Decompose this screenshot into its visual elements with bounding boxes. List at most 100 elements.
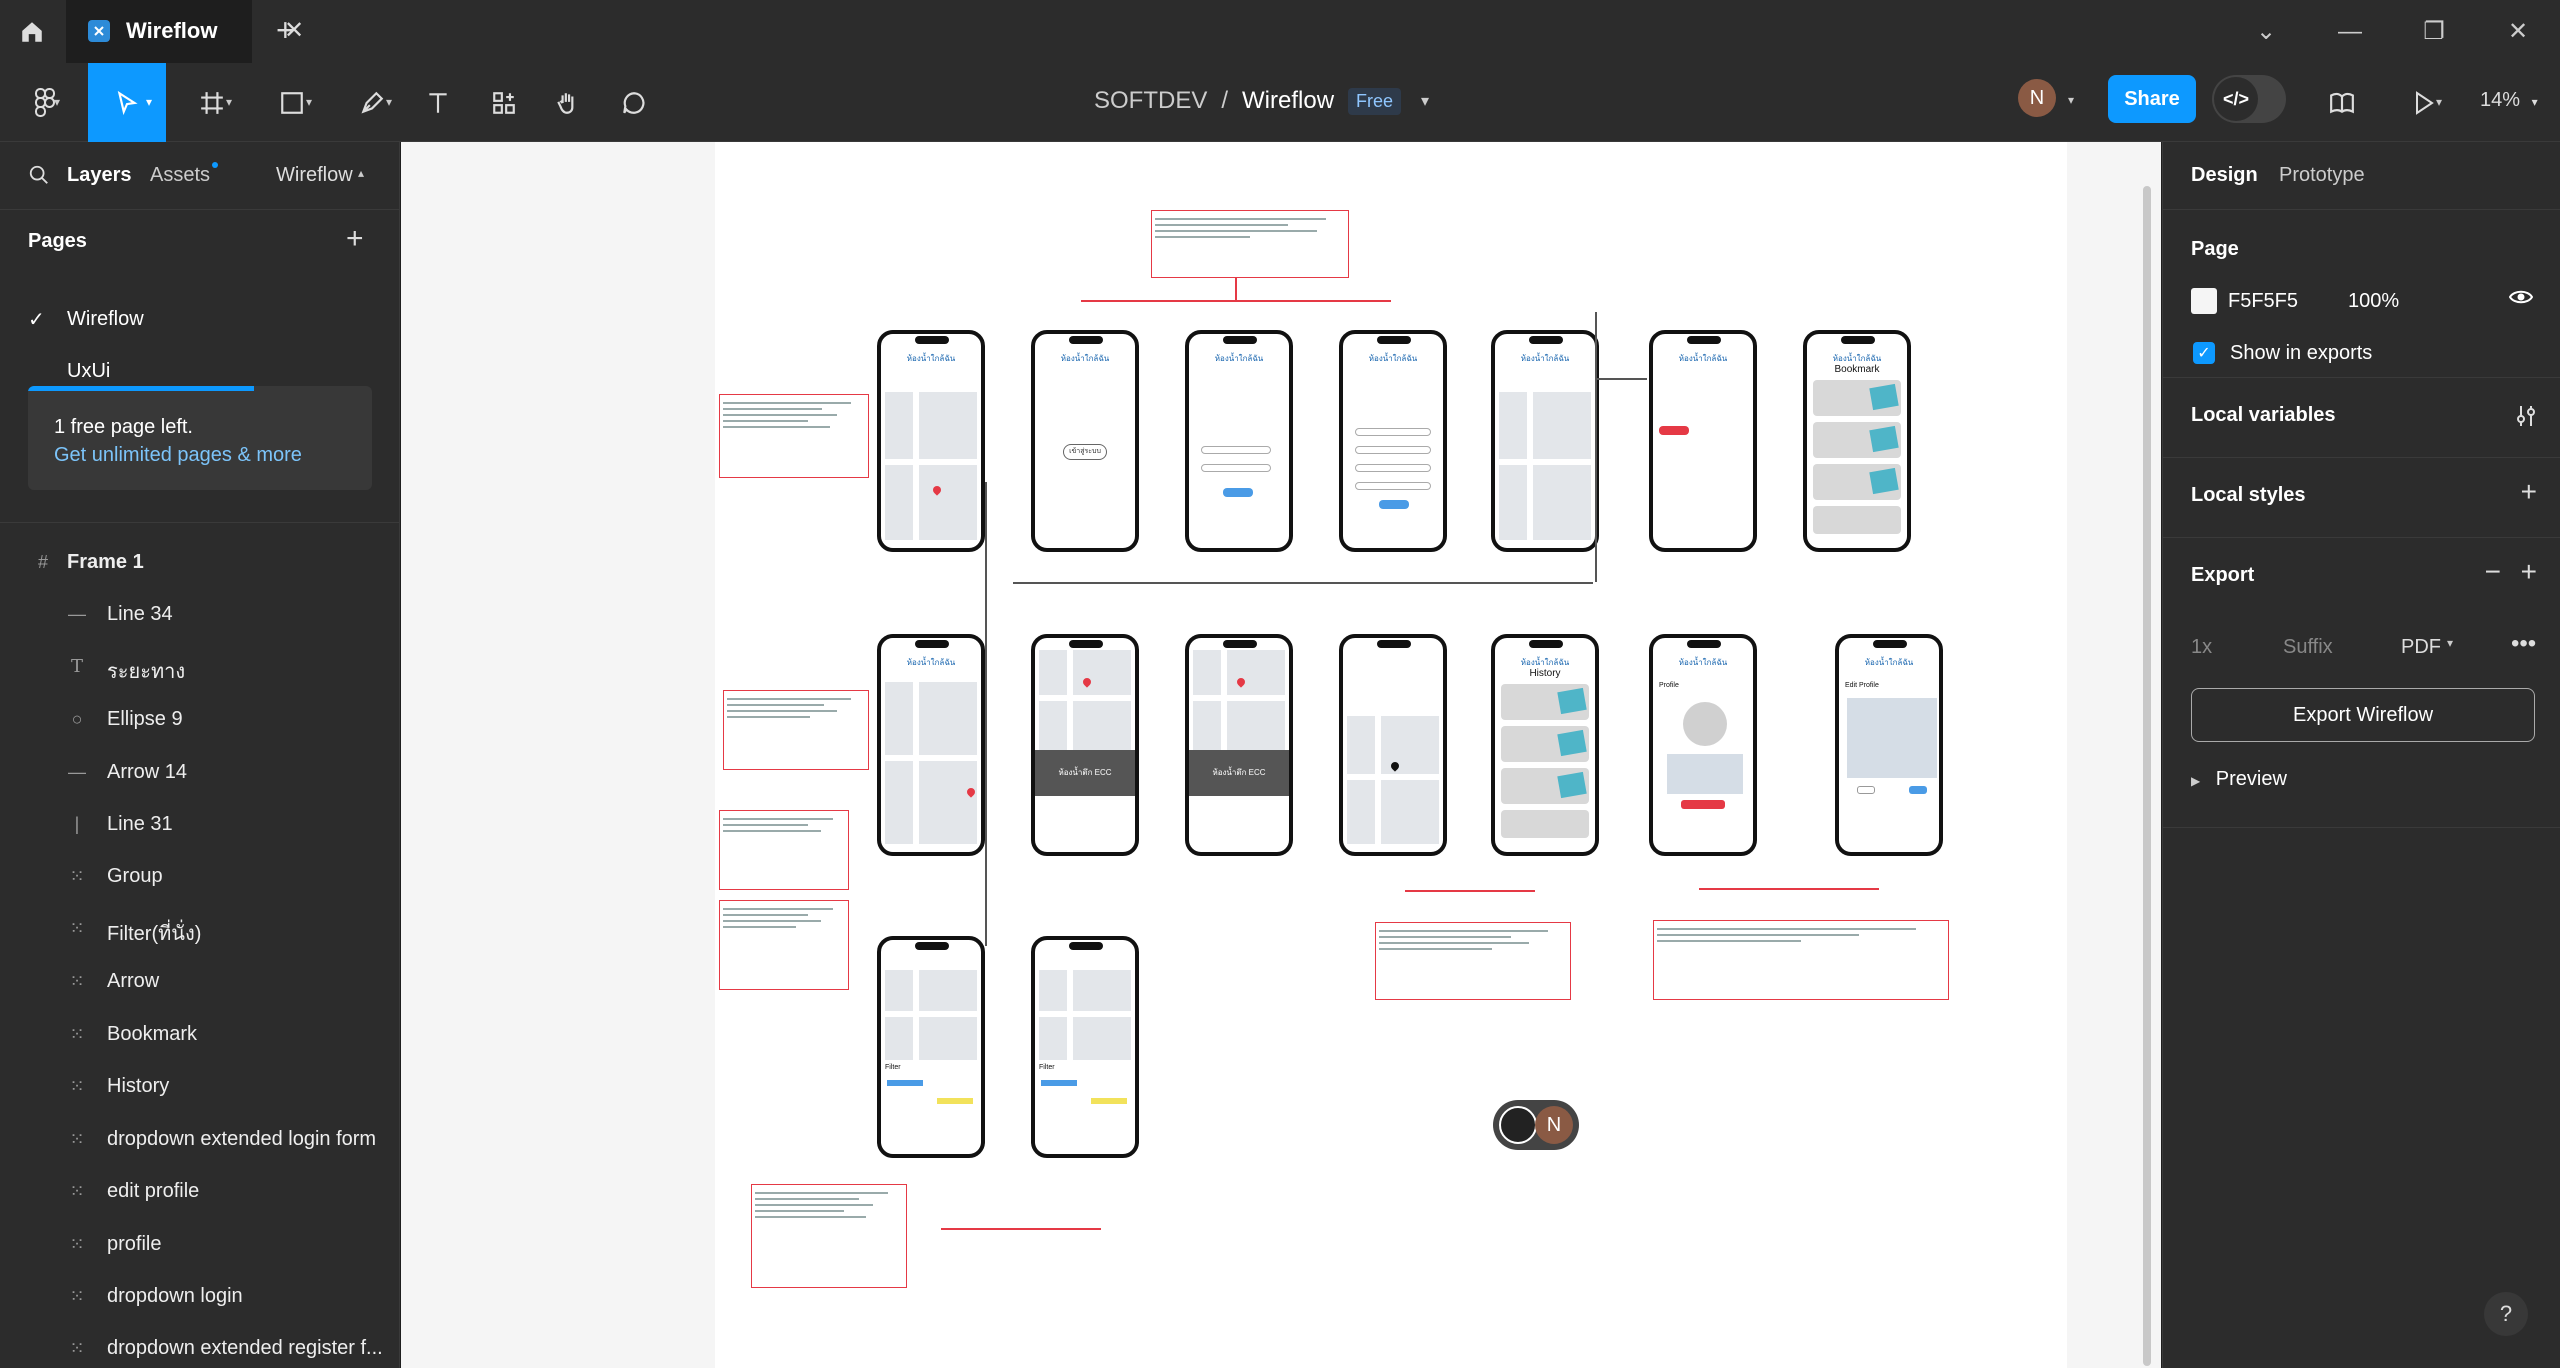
layer-item[interactable]: ⁙ edit profile — [0, 1165, 400, 1217]
layer-item[interactable]: ⁙ profile — [0, 1218, 400, 1270]
layer-item[interactable]: ⁙ Bookmark — [0, 1008, 400, 1060]
history-card[interactable] — [1501, 726, 1589, 762]
phone-map-home[interactable]: ห้องน้ำใกล้ฉัน — [877, 330, 985, 552]
library-button[interactable] — [2322, 63, 2362, 142]
input-field[interactable] — [1355, 464, 1431, 472]
project-name[interactable]: SOFTDEV — [1094, 87, 1207, 115]
input-field[interactable] — [1355, 428, 1431, 436]
requirement-note[interactable] — [1375, 922, 1571, 1000]
logout-button[interactable] — [1659, 426, 1689, 435]
tab-layers[interactable]: Layers — [67, 164, 132, 187]
login-button[interactable]: เข้าสู่ระบบ — [1063, 444, 1107, 460]
layer-item[interactable]: | Line 31 — [0, 798, 400, 850]
export-format[interactable]: PDF — [2401, 636, 2441, 659]
layer-item[interactable]: ⁙ dropdown login — [0, 1270, 400, 1322]
present-button[interactable]: ▾ — [2394, 63, 2454, 142]
export-scale[interactable]: 1x — [2191, 636, 2212, 658]
input-field[interactable] — [1201, 446, 1271, 454]
avatar[interactable]: N — [2018, 79, 2056, 117]
move-tool[interactable]: ▾ — [88, 63, 166, 142]
chevron-down-icon[interactable]: ▾ — [2068, 93, 2074, 107]
layer-item[interactable]: T ระยะทาง — [0, 640, 400, 692]
history-card[interactable] — [1501, 684, 1589, 720]
layer-frame[interactable]: # Frame 1 — [0, 536, 400, 588]
phone-filter-2[interactable]: Filter — [1031, 936, 1139, 1158]
comment-tool[interactable] — [614, 63, 654, 142]
variables-icon[interactable] — [2515, 404, 2537, 428]
restore-icon[interactable]: ❐ — [2392, 0, 2476, 63]
requirement-note[interactable] — [723, 690, 869, 770]
layer-item[interactable]: ⁙ History — [0, 1060, 400, 1112]
vertical-scrollbar[interactable] — [2143, 186, 2151, 1366]
filter-chip[interactable] — [1041, 1080, 1077, 1086]
main-menu-button[interactable]: ▾ — [16, 63, 74, 142]
layer-item[interactable]: ⁙ Filter(ที่นั่ง) — [0, 902, 400, 954]
edit-form[interactable] — [1847, 698, 1937, 778]
text-tool[interactable] — [418, 63, 458, 142]
more-options-icon[interactable]: ••• — [2511, 630, 2536, 658]
file-tab[interactable]: Wireflow ✕ — [66, 0, 304, 63]
phone-dropdown-logout[interactable]: ห้องน้ำใกล้ฉัน — [1649, 330, 1757, 552]
preview-toggle[interactable]: ▶ Preview — [2191, 768, 2287, 791]
shape-tool[interactable]: ▾ — [262, 63, 322, 142]
page-opacity-value[interactable]: 100% — [2348, 290, 2399, 313]
layer-item[interactable]: ⁙ Arrow — [0, 955, 400, 1007]
minimize-icon[interactable]: — — [2308, 0, 2392, 63]
canvas[interactable]: ห้องน้ำใกล้ฉัน ห้องน้ำใกล้ฉัน เข้าสู่ระบ… — [401, 142, 2161, 1368]
suffix-input[interactable]: Suffix — [2283, 636, 2333, 659]
filter-chip[interactable] — [1091, 1098, 1127, 1104]
input-field[interactable] — [1355, 446, 1431, 454]
phone-profile[interactable]: ห้องน้ำใกล้ฉัน Profile — [1649, 634, 1757, 856]
zoom-control[interactable]: 14% ▾ — [2480, 89, 2538, 112]
chevron-up-icon[interactable]: ▴ — [358, 166, 364, 180]
close-window-icon[interactable]: ✕ — [2476, 0, 2560, 63]
add-style-button[interactable]: + — [2521, 476, 2537, 508]
remove-export-button[interactable]: − — [2485, 556, 2501, 588]
input-field[interactable] — [1355, 482, 1431, 490]
share-button[interactable]: Share — [2108, 75, 2196, 123]
color-swatch[interactable] — [2191, 288, 2217, 314]
phone-navigation[interactable] — [1339, 634, 1447, 856]
history-card[interactable] — [1501, 810, 1589, 838]
requirement-note[interactable] — [719, 394, 869, 478]
upgrade-link[interactable]: Get unlimited pages & more — [54, 444, 302, 467]
phone-filter[interactable]: Filter — [877, 936, 985, 1158]
phone-edit-profile[interactable]: ห้องน้ำใกล้ฉัน Edit Profile — [1835, 634, 1943, 856]
dev-mode-toggle[interactable]: </> — [2212, 75, 2286, 123]
layer-item[interactable]: ⁙ dropdown extended register f... — [0, 1322, 400, 1368]
layer-item[interactable]: — Line 34 — [0, 588, 400, 640]
new-tab-button[interactable]: + — [276, 12, 295, 49]
add-export-button[interactable]: + — [2521, 556, 2537, 588]
chevron-down-icon[interactable]: ▾ — [2447, 636, 2453, 650]
phone-ecc-detail[interactable]: ห้องน้ำตึก ECC — [1031, 634, 1139, 856]
phone-map-search[interactable]: ห้องน้ำใกล้ฉัน — [877, 634, 985, 856]
phone-register-form[interactable]: ห้องน้ำใกล้ฉัน — [1339, 330, 1447, 552]
bookmark-card[interactable] — [1813, 464, 1901, 500]
layer-item[interactable]: — Arrow 14 — [0, 746, 400, 798]
phone-history[interactable]: ห้องน้ำใกล้ฉัน History — [1491, 634, 1599, 856]
page-switcher[interactable]: Wireflow — [276, 164, 353, 187]
resources-tool[interactable] — [484, 63, 524, 142]
layer-item[interactable]: ⁙ dropdown extended login form — [0, 1113, 400, 1165]
frame-tool[interactable]: ▾ — [182, 63, 242, 142]
requirement-note[interactable] — [1653, 920, 1949, 1000]
home-button[interactable] — [0, 0, 64, 63]
show-in-exports-checkbox[interactable]: ✓ — [2193, 342, 2215, 364]
layer-item[interactable]: ⁙ Group — [0, 850, 400, 902]
file-name[interactable]: Wireflow — [1242, 87, 1334, 115]
history-card[interactable] — [1501, 768, 1589, 804]
filter-chip[interactable] — [937, 1098, 973, 1104]
delete-account-button[interactable] — [1681, 800, 1725, 809]
page-item-wireflow[interactable]: ✓ Wireflow — [0, 294, 400, 344]
tab-assets[interactable]: Assets — [150, 164, 210, 187]
phone-map-logged-in[interactable]: ห้องน้ำใกล้ฉัน — [1491, 330, 1599, 552]
phone-login-form[interactable]: ห้องน้ำใกล้ฉัน — [1185, 330, 1293, 552]
search-icon[interactable] — [28, 164, 50, 186]
eye-icon[interactable] — [2509, 288, 2533, 306]
export-button[interactable]: Export Wireflow — [2191, 688, 2535, 742]
phone-dropdown-menu[interactable]: ห้องน้ำใกล้ฉัน เข้าสู่ระบบ — [1031, 330, 1139, 552]
input-field[interactable] — [1201, 464, 1271, 472]
frame-1[interactable]: ห้องน้ำใกล้ฉัน ห้องน้ำใกล้ฉัน เข้าสู่ระบ… — [715, 142, 2067, 1368]
cancel-button[interactable] — [1857, 786, 1875, 794]
submit-button[interactable] — [1223, 488, 1253, 497]
